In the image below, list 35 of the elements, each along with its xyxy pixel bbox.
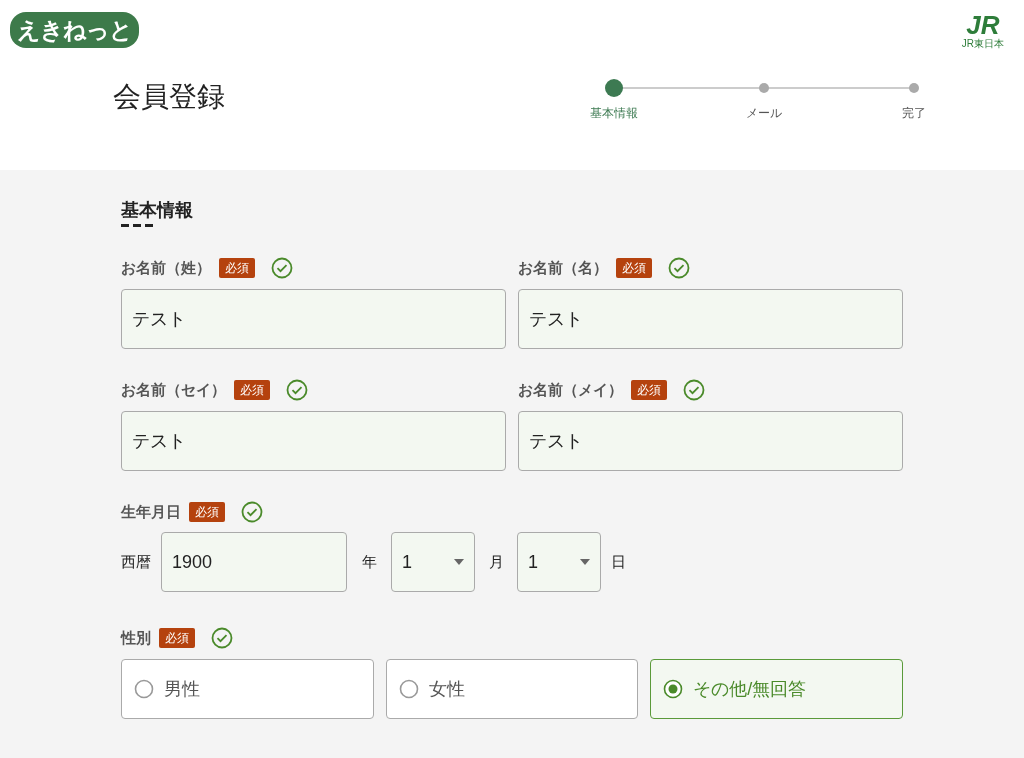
field-label: お名前（名） (518, 257, 608, 278)
page-title: 会員登録 (113, 80, 225, 114)
field-label: お名前（姓） (121, 257, 211, 278)
brand-logo[interactable]: JR JR東日本 (961, 12, 1004, 50)
required-badge: 必須 (234, 380, 270, 400)
required-badge: 必須 (631, 380, 667, 400)
gender-option[interactable]: その他/無回答 (650, 659, 903, 719)
caret-icon (580, 559, 590, 565)
text-input[interactable]: テスト (518, 411, 903, 471)
gender-option[interactable]: 男性 (121, 659, 374, 719)
caret-icon (454, 559, 464, 565)
step-label: 基本情報 (590, 105, 638, 122)
day-select[interactable]: 1 (517, 532, 601, 592)
text-input[interactable]: テスト (121, 411, 506, 471)
section-title: 基本情報 (121, 199, 193, 222)
year-input[interactable]: 1900 (161, 532, 347, 592)
logo[interactable]: えきねっと (10, 12, 139, 48)
unit-label: 月 (487, 551, 505, 572)
field-label: お名前（セイ） (121, 379, 226, 400)
month-select[interactable]: 1 (391, 532, 475, 592)
required-badge: 必須 (159, 628, 195, 648)
field-label: 性別 (121, 627, 151, 648)
unit-label: 年 (360, 551, 378, 572)
field-label: 生年月日 (121, 501, 181, 522)
required-badge: 必須 (189, 502, 225, 522)
required-badge: 必須 (616, 258, 652, 278)
gender-option[interactable]: 女性 (385, 659, 639, 719)
step-label: 完了 (902, 105, 926, 122)
field-label: お名前（メイ） (518, 379, 623, 400)
step-label: メール (746, 105, 782, 122)
required-badge: 必須 (219, 258, 255, 278)
era-label: 西暦 (121, 551, 152, 572)
text-input[interactable]: テスト (121, 289, 506, 349)
text-input[interactable]: テスト (518, 289, 903, 349)
unit-label: 日 (609, 551, 627, 572)
